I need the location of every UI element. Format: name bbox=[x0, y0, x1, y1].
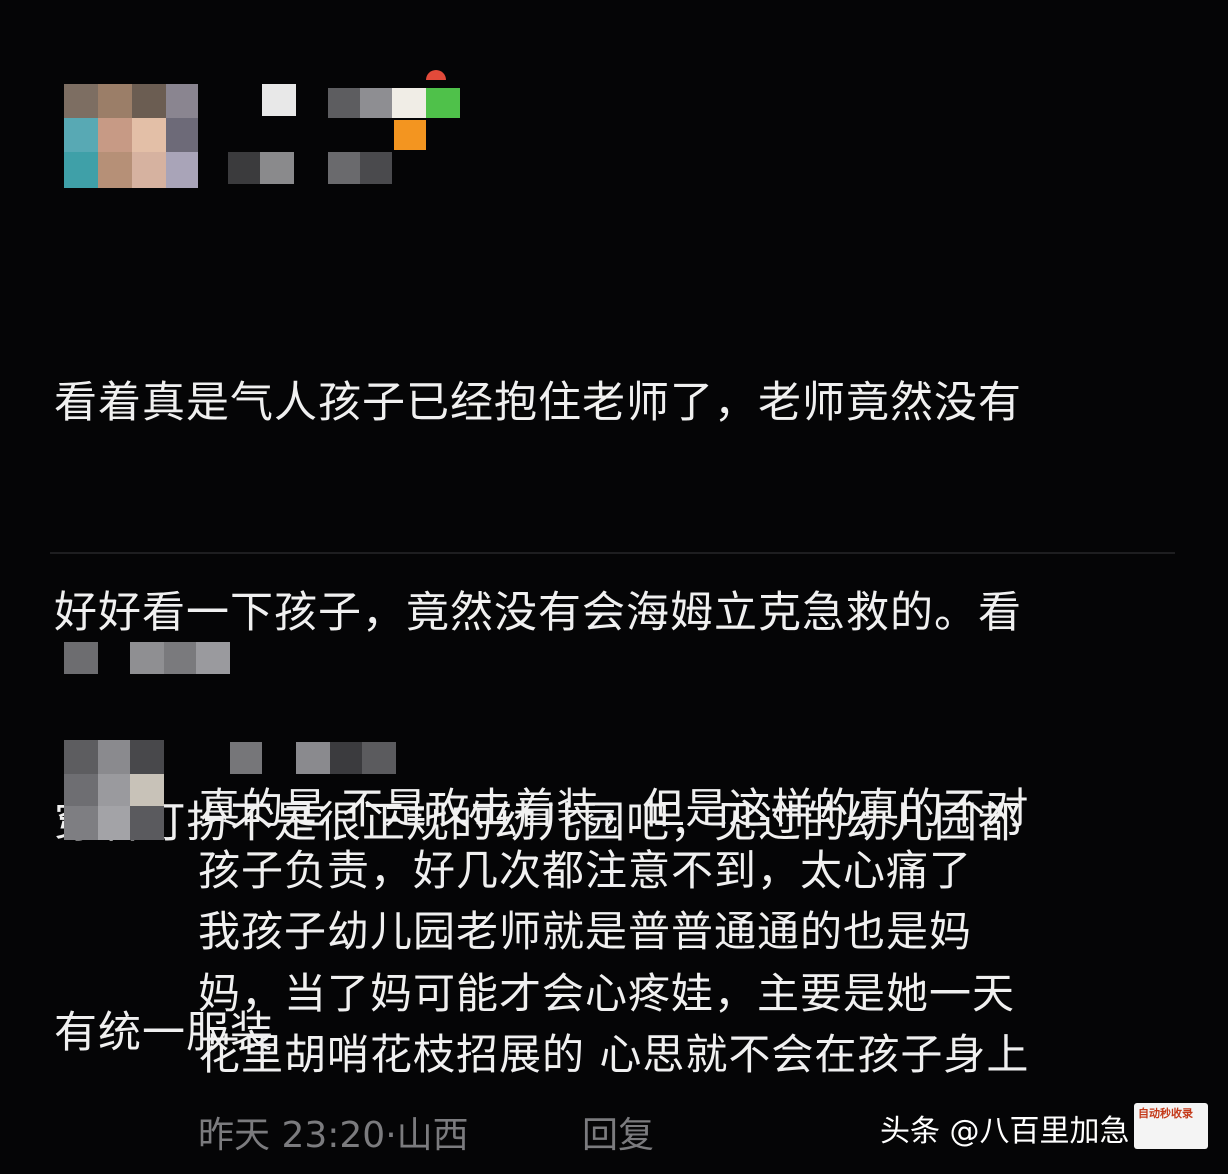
reply-line: 真的是 不是攻击着装，但是这样的真的不对 bbox=[198, 784, 1030, 833]
mosaic-tile bbox=[166, 152, 198, 188]
mosaic-tile bbox=[132, 118, 166, 152]
reply-line: 我孩子幼儿园老师就是普普通通的也是妈 bbox=[198, 907, 973, 956]
mosaic-tile bbox=[196, 642, 230, 674]
mosaic-tile bbox=[426, 70, 446, 80]
mosaic-tile bbox=[360, 88, 392, 118]
comment-divider bbox=[50, 552, 1175, 554]
mosaic-tile bbox=[132, 152, 166, 188]
mosaic-tile bbox=[330, 742, 362, 774]
mosaic-tile bbox=[362, 742, 396, 774]
mosaic-tile bbox=[166, 118, 198, 152]
reply-button[interactable]: 回复 bbox=[582, 1106, 654, 1158]
mosaic-tile bbox=[296, 742, 330, 774]
mosaic-tile bbox=[98, 740, 130, 774]
mosaic-tile bbox=[260, 152, 294, 184]
reply-line: 孩子负责，好几次都注意不到，太心痛了 bbox=[198, 845, 973, 895]
reply-line: 妈，当了妈可能才会心疼娃，主要是她一天 bbox=[198, 968, 1016, 1018]
reply-line: 花里胡哨花枝招展的 心思就不会在孩子身上 bbox=[198, 1030, 1030, 1079]
watermark-logo-text: 自动秒收录 bbox=[1138, 1107, 1193, 1120]
mosaic-tile bbox=[164, 642, 196, 674]
mosaic-tile bbox=[228, 152, 260, 184]
mosaic-tile bbox=[394, 120, 426, 150]
mosaic-tile bbox=[132, 84, 166, 118]
mosaic-tile bbox=[64, 774, 98, 806]
mosaic-tile bbox=[130, 806, 164, 840]
mosaic-tile bbox=[130, 740, 164, 774]
commenter-avatar-blurred[interactable] bbox=[64, 84, 198, 188]
second-commenter-name-blurred[interactable] bbox=[64, 642, 232, 676]
mosaic-tile bbox=[130, 774, 164, 806]
reply-avatar-blurred[interactable] bbox=[64, 740, 164, 840]
reply-location: 山西 bbox=[396, 1115, 469, 1156]
commenter-name-blurred[interactable] bbox=[228, 70, 460, 188]
mosaic-tile bbox=[98, 84, 132, 118]
mosaic-tile bbox=[426, 88, 460, 118]
mosaic-tile bbox=[262, 84, 296, 116]
mosaic-tile bbox=[360, 152, 392, 184]
reply-meta: 昨天 23:20·山西 bbox=[198, 1106, 469, 1158]
mosaic-tile bbox=[166, 84, 198, 118]
mosaic-tile bbox=[98, 806, 130, 840]
comment-line: 好好看一下孩子，竟然没有会海姆立克急救的。看 bbox=[54, 588, 1022, 638]
meta-separator: · bbox=[385, 1115, 397, 1156]
mosaic-tile bbox=[64, 740, 98, 774]
mosaic-tile bbox=[130, 642, 164, 674]
reply-text: 真的是 不是攻击着装，但是这样的真的不对 孩子负责，好几次都注意不到，太心痛了 … bbox=[198, 778, 1178, 1086]
mosaic-tile bbox=[392, 88, 426, 118]
mosaic-tile bbox=[64, 84, 98, 118]
mosaic-tile bbox=[328, 152, 360, 184]
watermark-logo: 自动秒收录 bbox=[1134, 1103, 1208, 1149]
reply-name-blurred[interactable] bbox=[230, 742, 396, 774]
mosaic-tile bbox=[64, 118, 98, 152]
mosaic-tile bbox=[64, 152, 98, 188]
mosaic-tile bbox=[64, 642, 98, 674]
comment-line: 看着真是气人孩子已经抱住老师了，老师竟然没有 bbox=[54, 378, 1022, 428]
reply-time: 昨天 23:20 bbox=[198, 1115, 386, 1156]
mosaic-tile bbox=[328, 88, 360, 118]
mosaic-tile bbox=[98, 774, 130, 806]
mosaic-tile bbox=[98, 118, 132, 152]
mosaic-tile bbox=[230, 742, 262, 774]
source-watermark: 头条 @八百里加急 bbox=[880, 1114, 1130, 1149]
mosaic-tile bbox=[98, 152, 132, 188]
mosaic-tile bbox=[64, 806, 98, 840]
